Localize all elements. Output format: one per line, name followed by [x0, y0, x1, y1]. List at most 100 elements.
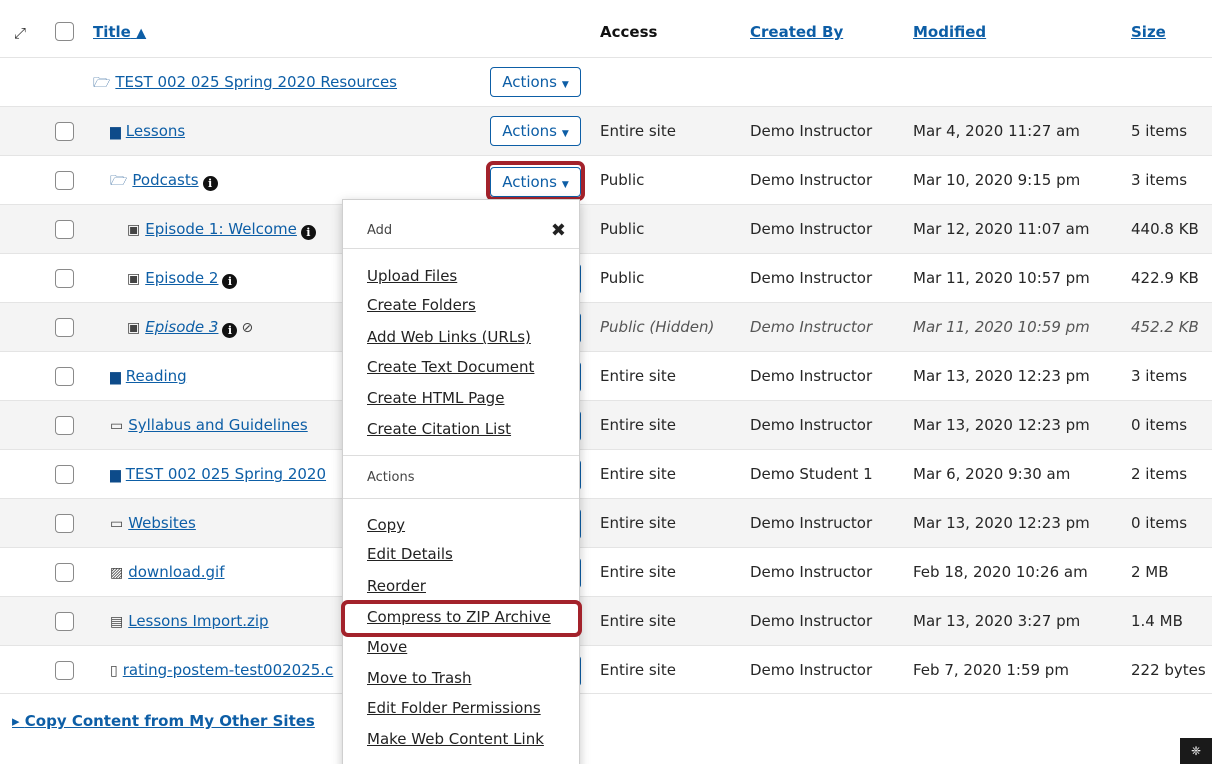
modified-cell: Mar 13, 2020 3:27 pm: [913, 612, 1081, 630]
edit-folder-permissions-item[interactable]: Edit Folder Permissions: [367, 699, 541, 717]
row-checkbox[interactable]: [55, 220, 74, 239]
title-sort-header[interactable]: Title ▲: [93, 23, 146, 41]
size-cell: 0 items: [1131, 416, 1188, 434]
row-checkbox[interactable]: [55, 661, 74, 680]
create-citation-list-item[interactable]: Create Citation List: [367, 420, 511, 438]
info-icon[interactable]: i: [202, 176, 218, 191]
create-html-page-item[interactable]: Create HTML Page: [367, 389, 504, 407]
root-actions-button[interactable]: Actions ▼: [490, 67, 581, 97]
row-checkbox[interactable]: [55, 612, 74, 631]
item-link[interactable]: rating-postem-test002025.c: [123, 661, 334, 679]
row-checkbox[interactable]: [55, 318, 74, 337]
table-row: ▣ Episode 3 i ⊘ Public (Hidden) Demo Instru…: [0, 302, 1212, 351]
item-link[interactable]: Podcasts: [132, 171, 198, 189]
copy-item[interactable]: Copy: [367, 516, 405, 534]
copy-content-link[interactable]: ▸ Copy Content from My Other Sites: [12, 712, 315, 730]
help-widget-icon[interactable]: ❈: [1180, 738, 1212, 764]
info-icon[interactable]: i: [222, 274, 238, 289]
file-icon: ▯: [110, 663, 118, 679]
folder-empty-icon: ▭: [110, 418, 124, 434]
item-link[interactable]: Episode 1: Welcome: [145, 220, 297, 238]
created-by-cell: Demo Instructor: [750, 220, 873, 238]
folder-open-icon: 🗁: [110, 173, 128, 189]
table-row: ▣ Episode 1: Welcome i Public Demo Instruc…: [0, 204, 1212, 253]
access-cell: Entire site: [600, 563, 676, 581]
expand-arrows-icon[interactable]: ⤢: [14, 24, 26, 42]
row-title: 🗁 Podcasts i: [110, 156, 218, 205]
item-link[interactable]: Lessons: [126, 122, 185, 140]
item-link[interactable]: Episode 2: [145, 269, 218, 287]
table-header: ⤢ Title ▲ Access Created By Modified Siz…: [0, 0, 1212, 49]
item-link[interactable]: download.gif: [128, 563, 224, 581]
row-checkbox[interactable]: [55, 171, 74, 190]
row-actions-button[interactable]: Actions ▼: [490, 116, 581, 146]
row-checkbox[interactable]: [55, 465, 74, 484]
row-checkbox[interactable]: [55, 367, 74, 386]
row-checkbox[interactable]: [55, 122, 74, 141]
table-row: ▆ Reading Entire site Demo Instructor Mar…: [0, 351, 1212, 400]
table-row: ▆ TEST 002 025 Spring 2020 Entire site De…: [0, 449, 1212, 498]
add-web-links-item[interactable]: Add Web Links (URLs): [367, 328, 531, 346]
row-checkbox[interactable]: [55, 563, 74, 582]
access-cell: Public: [600, 269, 645, 287]
close-icon[interactable]: ✖: [551, 220, 566, 241]
created-by-cell: Demo Instructor: [750, 122, 873, 140]
menu-divider: [343, 248, 579, 249]
created-by-header[interactable]: Created By: [750, 23, 843, 41]
info-icon[interactable]: i: [300, 225, 316, 240]
folder-plus-icon: ▆: [110, 124, 121, 140]
modified-cell: Feb 18, 2020 10:26 am: [913, 563, 1088, 581]
item-link[interactable]: TEST 002 025 Spring 2020: [126, 465, 326, 483]
row-title: ▆ Reading: [110, 352, 187, 401]
move-to-trash-item[interactable]: Move to Trash: [367, 669, 471, 687]
item-link[interactable]: Lessons Import.zip: [128, 612, 268, 630]
create-text-document-item[interactable]: Create Text Document: [367, 358, 534, 376]
root-folder-link[interactable]: TEST 002 025 Spring 2020 Resources: [115, 73, 397, 91]
move-item[interactable]: Move: [367, 638, 407, 656]
upload-files-item[interactable]: Upload Files: [367, 267, 457, 285]
modified-cell: Mar 13, 2020 12:23 pm: [913, 367, 1090, 385]
row-checkbox[interactable]: [55, 269, 74, 288]
info-icon[interactable]: i: [222, 323, 238, 338]
modified-header[interactable]: Modified: [913, 23, 986, 41]
copy-content-label: Copy Content from My Other Sites: [24, 712, 315, 730]
hidden-eye-icon: ⊘: [241, 320, 254, 336]
audio-file-icon: ▣: [127, 222, 141, 238]
created-by-cell: Demo Instructor: [750, 563, 873, 581]
select-all-checkbox[interactable]: [55, 22, 74, 41]
size-cell: 2 MB: [1131, 563, 1169, 581]
zip-file-icon: ▤: [110, 614, 124, 630]
access-cell: Entire site: [600, 367, 676, 385]
created-by-cell: Demo Instructor: [750, 514, 873, 532]
row-checkbox[interactable]: [55, 416, 74, 435]
table-row: ▯ rating-postem-test002025.c Entire site …: [0, 645, 1212, 694]
title-header-label: Title: [93, 23, 131, 41]
access-cell: Public (Hidden): [600, 318, 715, 336]
reorder-item[interactable]: Reorder: [367, 577, 426, 595]
row-title: ▯ rating-postem-test002025.c: [110, 646, 345, 695]
size-cell: 3 items: [1131, 367, 1188, 385]
edit-details-item[interactable]: Edit Details: [367, 545, 453, 563]
menu-divider: [343, 455, 579, 456]
row-title: ▣ Episode 1: Welcome i: [127, 205, 316, 254]
item-link[interactable]: Episode 3: [145, 318, 218, 336]
size-cell: 2 items: [1131, 465, 1188, 483]
size-cell: 1.4 MB: [1131, 612, 1183, 630]
create-folders-item[interactable]: Create Folders: [367, 296, 476, 314]
access-header: Access: [600, 23, 658, 41]
row-checkbox[interactable]: [55, 514, 74, 533]
row-title: ▆ Lessons: [110, 107, 185, 156]
root-folder-title: 🗁 TEST 002 025 Spring 2020 Resources: [93, 58, 397, 107]
sort-ascending-icon: ▲: [136, 26, 147, 41]
item-link[interactable]: Websites: [128, 514, 196, 532]
item-link[interactable]: Reading: [126, 367, 187, 385]
item-link[interactable]: Syllabus and Guidelines: [128, 416, 307, 434]
make-web-content-link-item[interactable]: Make Web Content Link: [367, 730, 544, 748]
size-header[interactable]: Size: [1131, 23, 1166, 41]
created-by-cell: Demo Instructor: [750, 612, 873, 630]
table-row: ▭ Websites Entire site Demo Instructor Ma…: [0, 498, 1212, 547]
actions-section-heading: Actions: [367, 470, 415, 485]
row-title: ▨ download.gif: [110, 548, 225, 597]
row-title: ▭ Websites: [110, 499, 196, 548]
created-by-cell: Demo Instructor: [750, 661, 873, 679]
